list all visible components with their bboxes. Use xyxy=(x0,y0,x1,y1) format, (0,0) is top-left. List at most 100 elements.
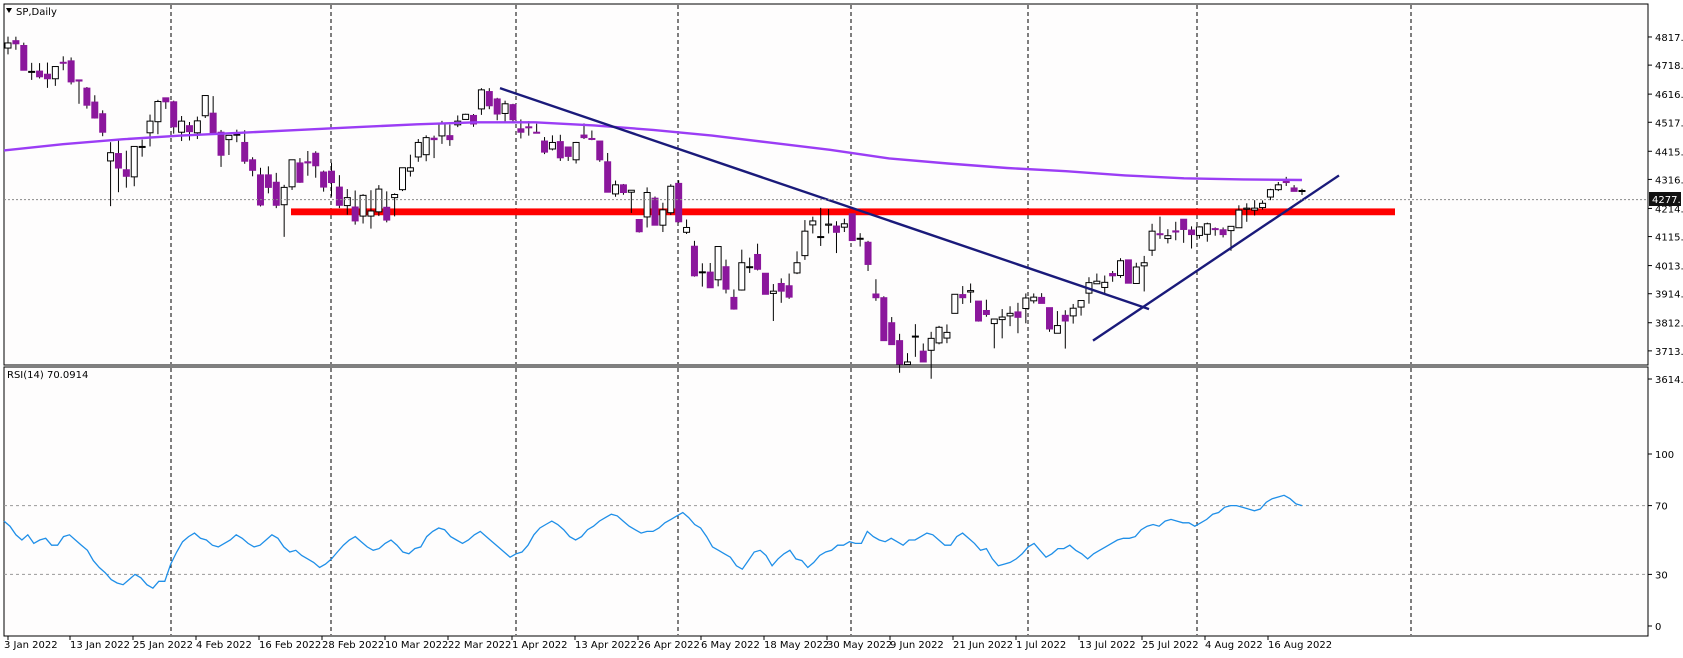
candle xyxy=(288,159,296,190)
candle-body-bear xyxy=(864,241,872,265)
candle-body-bull xyxy=(422,137,430,156)
candle xyxy=(399,167,407,192)
candle-body-bear xyxy=(690,245,698,277)
candle-body-bull xyxy=(698,271,706,274)
candle-body-bear xyxy=(114,153,122,169)
candle-body-bull xyxy=(359,194,367,217)
time-tick-label: 13 Apr 2022 xyxy=(575,640,637,651)
time-tick-label: 4 Aug 2022 xyxy=(1205,640,1263,651)
candle-body-bear xyxy=(209,112,217,135)
candle-body-bull xyxy=(1298,190,1306,193)
candle-body-bull xyxy=(951,293,959,314)
candle-body-bear xyxy=(533,131,541,134)
price-tick-label: 4214.0 xyxy=(1655,204,1683,215)
candle-body-bear xyxy=(493,98,501,115)
candle xyxy=(99,110,107,137)
candle-body-bull xyxy=(1266,189,1274,198)
candle-body-bear xyxy=(896,340,904,365)
support-zone-layer xyxy=(291,208,1395,216)
candle-body-bull xyxy=(903,361,911,366)
candle-body-bull xyxy=(414,141,422,158)
candle-body-bull xyxy=(107,152,115,162)
candle-body-bull xyxy=(793,262,801,274)
candle-body-bear xyxy=(351,206,359,222)
time-tick-label: 1 Apr 2022 xyxy=(512,640,567,651)
candle-body-bear xyxy=(651,197,659,226)
rsi-tick-label: 0 xyxy=(1655,622,1661,633)
price-tick-label: 3914.0 xyxy=(1655,290,1683,301)
candle-body-bear xyxy=(312,152,320,167)
price-tick-label: 4517.0 xyxy=(1655,118,1683,129)
candle-body-bear xyxy=(556,141,564,159)
candle xyxy=(20,42,28,71)
candle-body-bear xyxy=(1290,187,1298,192)
time-tick-label: 10 Mar 2022 xyxy=(385,640,448,651)
candle-body-bear xyxy=(43,73,51,80)
candle-body-bull xyxy=(801,230,809,257)
time-tick-label: 18 May 2022 xyxy=(764,640,829,651)
candle-body-bear xyxy=(832,225,840,233)
candle-body-bull xyxy=(233,133,241,136)
candle-body-bull xyxy=(391,193,399,199)
candle-body-bull xyxy=(154,101,162,123)
candle xyxy=(1117,258,1125,278)
price-panel xyxy=(3,3,1649,366)
candle-body-bull xyxy=(1243,207,1251,210)
price-tick-label: 4115.0 xyxy=(1655,233,1683,244)
candle-body-bear xyxy=(162,97,170,103)
candle-body-bull xyxy=(809,220,817,226)
candle-body-bear xyxy=(1046,307,1054,330)
candle-body-bear xyxy=(91,101,99,119)
candle-body-bull xyxy=(998,316,1006,321)
candle-body-bull xyxy=(714,246,722,281)
price-tick-label: 4817.0 xyxy=(1655,33,1683,44)
candle-body-bull xyxy=(746,266,754,269)
candle-body-bull xyxy=(1030,296,1038,302)
candle xyxy=(1046,307,1054,332)
candle-body-bear xyxy=(1188,229,1196,236)
rsi-title: RSI(14) 70.0914 xyxy=(7,370,88,381)
candle-body-bear xyxy=(20,45,28,71)
candle-body-bull xyxy=(817,236,825,239)
candle-body-bear xyxy=(1124,259,1132,284)
time-tick-label: 16 Feb 2022 xyxy=(259,640,321,651)
candle-body-bear xyxy=(580,134,588,139)
candle-body-bear xyxy=(754,253,762,270)
chart-svg: 4817.0 4718.0 4616.0 4517.0 4415.0 4316.0 4214… xyxy=(0,0,1683,654)
candle-body-bear xyxy=(59,61,67,64)
candle-body-bull xyxy=(1093,280,1101,285)
candle-body-bear xyxy=(706,271,714,289)
candle-body-bear xyxy=(1038,296,1046,304)
rsi-tick-label: 100 xyxy=(1655,450,1674,461)
candle-body-bear xyxy=(785,285,793,298)
candle xyxy=(690,240,698,277)
candle-body-bull xyxy=(1132,266,1140,284)
candle xyxy=(509,103,517,123)
candle-body-bull xyxy=(1069,307,1077,317)
candle-body-bull xyxy=(856,237,864,240)
candle-body-bull xyxy=(1006,312,1014,317)
candle-body-bear xyxy=(1219,229,1227,236)
candle-body-bear xyxy=(430,137,438,141)
candle-body-bull xyxy=(138,145,146,148)
price-tick-label: 3614.0 xyxy=(1655,375,1683,386)
candle xyxy=(675,180,683,223)
candle-body-bear xyxy=(99,113,107,133)
candle-body-bull xyxy=(1053,325,1061,334)
candle-body-bull xyxy=(462,113,470,120)
price-tick-label: 4718.0 xyxy=(1655,61,1683,72)
candle-body-bear xyxy=(541,140,549,153)
candle-body-bear xyxy=(635,219,643,233)
candle-body-bear xyxy=(604,161,612,193)
candle-body-bull xyxy=(1140,262,1148,267)
time-tick-label: 13 Jul 2022 xyxy=(1079,640,1136,651)
time-tick-label: 26 Apr 2022 xyxy=(638,640,700,651)
candle xyxy=(83,87,91,109)
candle-body-bull xyxy=(1274,184,1282,191)
candle-body-bull xyxy=(1203,223,1211,235)
candle-body-bear xyxy=(619,184,627,193)
candle-body-bear xyxy=(509,104,517,121)
candle-body-bear xyxy=(67,60,75,83)
candle-body-bear xyxy=(596,140,604,161)
candle-body-bull xyxy=(612,184,620,195)
